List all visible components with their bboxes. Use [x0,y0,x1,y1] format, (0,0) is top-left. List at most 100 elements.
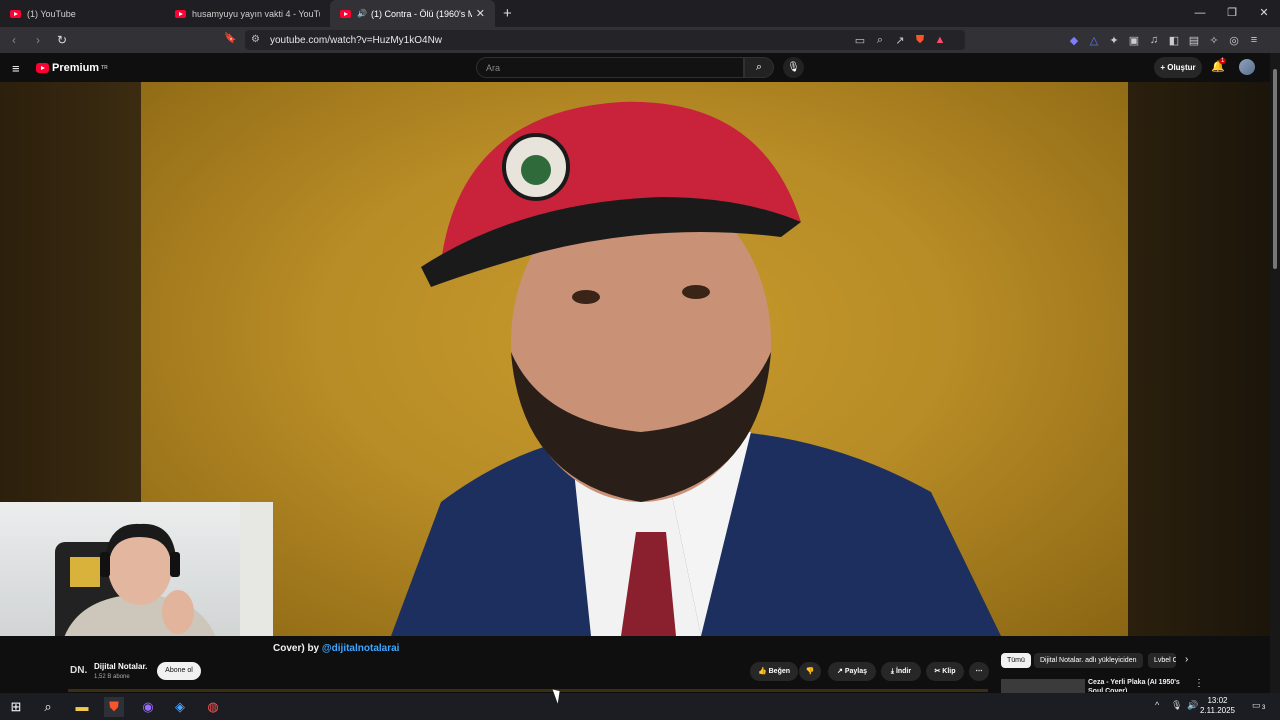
action-center-icon[interactable]: ▭ [1252,700,1261,711]
account-avatar[interactable] [1239,59,1255,75]
more-actions-button[interactable]: ⋯ [969,662,989,681]
restore-button[interactable]: ❐ [1216,0,1248,27]
microphone-icon[interactable]: 🎙 [1171,700,1182,711]
like-label: Beğen [768,668,791,675]
brave-rewards-icon[interactable]: ▲ [930,34,950,46]
search-input[interactable]: Ara [476,57,744,78]
share-button[interactable]: ↗ Paylaş [828,662,876,681]
video-info-bar: Cover) by @dijitalnotalarai DN. Dijital … [0,636,1280,693]
close-window-button[interactable]: ✕ [1248,0,1280,27]
webcam-overlay [0,502,273,656]
system-clock[interactable]: 13:02 2.11.2025 [1200,696,1235,716]
browser-tab-bar: (1) YouTube husamyuyu yayın vakti 4 - Yo… [0,0,1280,27]
url-text: youtube.com/watch?v=HuzMy1kO4Nw [270,34,443,46]
back-button[interactable]: ‹ [4,33,24,47]
logo-text: Premium [52,62,100,74]
recommended-thumbnail[interactable] [1001,679,1085,693]
channel-name[interactable]: Dijital Notalar. [94,662,147,671]
share-label: Paylaş [844,668,867,675]
search-button[interactable]: ⌕ [744,57,774,78]
windows-start-icon[interactable]: ⊞ [6,697,26,717]
extension-icon[interactable]: ▣ [1124,34,1144,47]
channel-mention-link[interactable]: @dijitalnotalarai [322,643,400,654]
scrollbar-thumb[interactable] [1273,69,1277,269]
player-right-margin [1128,82,1280,636]
tab-youtube-home[interactable]: (1) YouTube [0,0,165,27]
extension-icon[interactable]: ◆ [1064,34,1084,47]
volume-icon[interactable]: 🔊 [1187,700,1198,711]
webcam-image [55,502,273,656]
chip-lvbel[interactable]: Lvbel C [1148,653,1176,668]
share-page-icon[interactable]: ↗ [890,34,910,47]
brave-browser-icon[interactable]: ⛊ [104,697,124,717]
new-tab-button[interactable]: + [503,5,512,22]
tab-title: husamyuyu yayın vakti 4 - YouTube [192,8,320,19]
clock-date: 2.11.2025 [1200,706,1235,715]
video-title-text: Cover) by [273,643,322,654]
video-progress-bar[interactable] [68,689,988,692]
recommended-title[interactable]: Ceza - Yerli Plaka (AI 1950's Soul Cover… [1088,678,1188,692]
clock-time: 13:02 [1207,696,1228,705]
bookmark-icon[interactable]: 🔖 [224,33,236,44]
puzzle-icon[interactable]: ✦ [1104,34,1124,47]
chevron-right-icon[interactable]: › [1185,654,1188,665]
video-frame[interactable] [141,82,1128,636]
tray-chevron-icon[interactable]: ^ [1155,700,1159,710]
wallet-icon[interactable]: ▤ [1184,34,1204,47]
extensions-bar: ◆ △ ✦ ▣ ♫ ◧ ▤ ✧ ◎ ≡ [1064,27,1264,53]
create-button[interactable]: + Oluştur [1154,57,1202,78]
youtube-premium-logo[interactable]: Premium TR [36,62,108,74]
file-explorer-icon[interactable]: ▬ [72,697,92,717]
tab-title: (1) Contra - Ölü (1960's Moto [370,8,472,19]
extension-icon[interactable]: △ [1084,34,1104,47]
brave-shield-icon[interactable]: ⛊ [910,34,930,47]
notification-count: 3 [1262,705,1266,711]
tab-contra-active[interactable]: 🔊 (1) Contra - Ölü (1960's Moto ✕ [330,0,495,27]
steam-icon[interactable]: ◈ [170,697,190,717]
chip-all[interactable]: Tümü [1001,653,1031,668]
dislike-button[interactable]: 👎 [799,662,821,681]
menu-icon[interactable]: ≡ [1244,34,1264,46]
tab-husamyuyu[interactable]: husamyuyu yayın vakti 4 - YouTube [165,0,330,27]
clip-button[interactable]: ✂ Klip [926,662,964,681]
leo-ai-icon[interactable]: ✧ [1204,34,1224,47]
create-label: Oluştur [1167,63,1196,72]
download-label: İndir [895,668,912,675]
tab-title: (1) YouTube [27,8,76,19]
url-actions: ▭ ⌕ ↗ ⛊ ▲ [850,27,950,53]
media-icon[interactable]: ♫ [1144,34,1164,46]
youtube-logo-icon [36,63,49,73]
channel-logo[interactable]: DN. [70,665,87,676]
notification-badge: 1 [1219,58,1227,64]
voice-search-icon[interactable]: 🎙 [783,57,804,78]
address-bar-row: ‹ › ↻ 🔖 ⚙ youtube.com/watch?v=HuzMy1kO4N… [0,27,1280,53]
vpn-icon[interactable]: ◎ [1224,34,1244,47]
app-icon[interactable]: ◉ [138,697,158,717]
video-portrait-image [391,101,1001,636]
minimize-button[interactable]: — [1184,0,1216,27]
window-controls: — ❐ ✕ [1184,0,1280,27]
download-button[interactable]: ⤓ İndir [881,662,921,681]
hamburger-menu-icon[interactable]: ≡ [12,61,20,76]
like-button[interactable]: 👍 Beğen [750,662,798,681]
page-scrollbar[interactable] [1270,53,1280,693]
site-info-icon[interactable]: ⚙ [251,34,260,45]
youtube-favicon-icon [340,9,351,18]
zoom-icon[interactable]: ⌕ [870,34,890,47]
forward-button[interactable]: › [28,33,48,47]
obs-icon[interactable]: ◍ [203,697,223,717]
youtube-header: ≡ Premium TR Ara ⌕ 🎙 + Oluştur 🔔 1 [0,53,1280,82]
more-options-icon[interactable]: ⋮ [1194,678,1204,689]
reload-button[interactable]: ↻ [52,33,72,47]
search-icon[interactable]: ⌕ [38,697,58,717]
search-placeholder: Ara [486,63,501,73]
cast-icon[interactable]: ▭ [850,34,870,47]
speaker-icon[interactable]: 🔊 [357,9,367,18]
subscriber-count: 1,52 B abone [94,674,130,680]
chip-from-uploader[interactable]: Dijital Notalar. adlı yükleyiciden [1034,653,1143,668]
clip-label: Klip [942,668,956,675]
windows-taskbar: ⊞ ⌕ ▬ ⛊ ◉ ◈ ◍ ^ 🎙 🔊 13:02 2.11.2025 ▭ 3 [0,693,1280,720]
subscribe-button[interactable]: Abone ol [157,662,201,680]
close-tab-icon[interactable]: ✕ [476,7,485,20]
sidebar-icon[interactable]: ◧ [1164,34,1184,47]
